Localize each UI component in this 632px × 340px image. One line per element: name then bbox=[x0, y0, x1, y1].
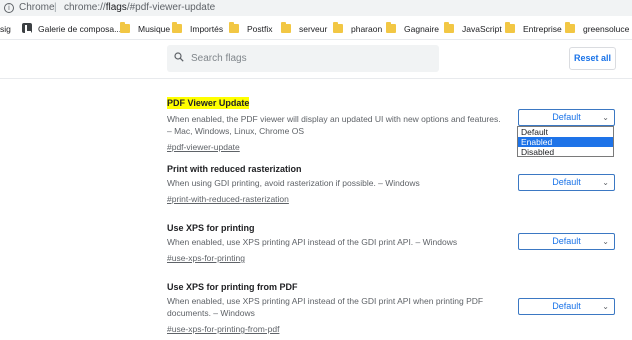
url-prefix: chrome:// bbox=[64, 2, 106, 13]
search-icon bbox=[174, 52, 184, 62]
select-value: Default bbox=[552, 112, 581, 122]
flag-link[interactable]: #use-xps-for-printing bbox=[167, 252, 245, 264]
reset-all-button[interactable]: Reset all bbox=[569, 47, 616, 70]
bookmark-folder[interactable]: Postfix bbox=[229, 22, 273, 35]
flag-pdf-viewer-update: PDF Viewer Update When enabled, the PDF … bbox=[167, 93, 507, 155]
bookmark-label: Gagnaire bbox=[404, 24, 439, 34]
bookmark-folder[interactable]: Gagnaire bbox=[386, 22, 439, 35]
select-value: Default bbox=[552, 236, 581, 246]
bookmark-label: pharaon bbox=[351, 24, 383, 34]
flag-link[interactable]: #print-with-reduced-rasterization bbox=[167, 193, 289, 205]
flag-select[interactable]: Default ⌄ bbox=[518, 174, 615, 191]
bookmark-label: serveur bbox=[299, 24, 328, 34]
flag-description: When enabled, use XPS printing API inste… bbox=[167, 237, 458, 247]
dropdown-option[interactable]: Enabled bbox=[518, 137, 613, 147]
bookmark-folder[interactable]: Musique bbox=[120, 22, 171, 35]
bookmark-label: Musique bbox=[138, 24, 171, 34]
search-box[interactable] bbox=[167, 45, 439, 72]
favicon-icon bbox=[22, 23, 32, 33]
bookmark-item[interactable]: Galerie de composa... bbox=[22, 23, 121, 35]
flag-title: Print with reduced rasterization bbox=[167, 164, 302, 174]
bookmark-label: JavaScript bbox=[462, 24, 502, 34]
flag-link[interactable]: #use-xps-for-printing-from-pdf bbox=[167, 323, 279, 335]
address-separator: | bbox=[54, 2, 57, 13]
bookmarks-bar: sig Galerie de composa... Musique Import… bbox=[0, 16, 632, 40]
folder-icon bbox=[386, 22, 396, 33]
flag-title: PDF Viewer Update bbox=[167, 97, 250, 109]
chrome-flags-page: i Chrome | chrome://flags/#pdf-viewer-up… bbox=[0, 0, 632, 340]
folder-icon bbox=[172, 22, 182, 33]
info-icon[interactable]: i bbox=[4, 3, 14, 13]
flag-description: When enabled, the PDF viewer will displa… bbox=[167, 114, 501, 136]
flag-use-xps-printing-pdf: Use XPS for printing from PDF When enabl… bbox=[167, 281, 507, 337]
address-bar[interactable]: i Chrome | chrome://flags/#pdf-viewer-up… bbox=[0, 0, 632, 16]
select-dropdown[interactable]: Default Enabled Disabled bbox=[517, 126, 614, 157]
search-input[interactable] bbox=[191, 45, 431, 72]
bookmark-label: Postfix bbox=[247, 24, 273, 34]
chevron-down-icon: ⌄ bbox=[602, 178, 609, 187]
folder-icon bbox=[120, 22, 130, 33]
chevron-down-icon: ⌄ bbox=[602, 113, 609, 122]
bookmark-folder[interactable]: JavaScript bbox=[444, 22, 502, 35]
bookmark-label: greensoluce bbox=[583, 24, 630, 34]
bookmark-label: Galerie de composa... bbox=[38, 24, 122, 34]
flag-description: When using GDI printing, avoid rasteriza… bbox=[167, 178, 420, 188]
bookmark-label: Entreprise bbox=[523, 24, 562, 34]
folder-icon bbox=[444, 22, 454, 33]
folder-icon bbox=[565, 22, 575, 33]
chevron-down-icon: ⌄ bbox=[602, 237, 609, 246]
select-value: Default bbox=[552, 177, 581, 187]
flag-use-xps-printing: Use XPS for printing When enabled, use X… bbox=[167, 222, 507, 266]
flag-description: When enabled, use XPS printing API inste… bbox=[167, 296, 484, 318]
flag-link[interactable]: #pdf-viewer-update bbox=[167, 141, 240, 153]
chevron-down-icon: ⌄ bbox=[602, 302, 609, 311]
bookmark-folder[interactable]: serveur bbox=[281, 22, 328, 35]
flag-title: Use XPS for printing bbox=[167, 223, 255, 233]
folder-icon bbox=[333, 22, 343, 33]
folder-icon bbox=[229, 22, 239, 33]
flag-title: Use XPS for printing from PDF bbox=[167, 282, 298, 292]
bookmark-label: sig bbox=[0, 24, 11, 34]
flag-print-reduced-rasterization: Print with reduced rasterization When us… bbox=[167, 163, 507, 207]
flag-select[interactable]: Default ⌄ bbox=[518, 233, 615, 250]
address-url[interactable]: chrome://flags/#pdf-viewer-update bbox=[64, 2, 215, 13]
select-value: Default bbox=[552, 301, 581, 311]
url-path: flags bbox=[105, 2, 127, 13]
dropdown-option[interactable]: Disabled bbox=[518, 147, 613, 157]
folder-icon bbox=[505, 22, 515, 33]
flag-select[interactable]: Default ⌄ bbox=[518, 109, 615, 126]
bookmark-folder[interactable]: pharaon bbox=[333, 22, 383, 35]
bookmark-folder[interactable]: Entreprise bbox=[505, 22, 562, 35]
folder-icon bbox=[281, 22, 291, 33]
bookmark-item[interactable]: sig bbox=[0, 23, 11, 35]
bookmark-folder[interactable]: greensoluce bbox=[565, 22, 630, 35]
dropdown-option[interactable]: Default bbox=[518, 127, 613, 137]
address-brand: Chrome bbox=[19, 2, 55, 13]
url-hash: /#pdf-viewer-update bbox=[126, 2, 216, 13]
bookmark-folder[interactable]: Importés bbox=[172, 22, 224, 35]
flag-select[interactable]: Default ⌄ bbox=[518, 298, 615, 315]
bookmark-label: Importés bbox=[190, 24, 224, 34]
divider bbox=[0, 78, 632, 79]
